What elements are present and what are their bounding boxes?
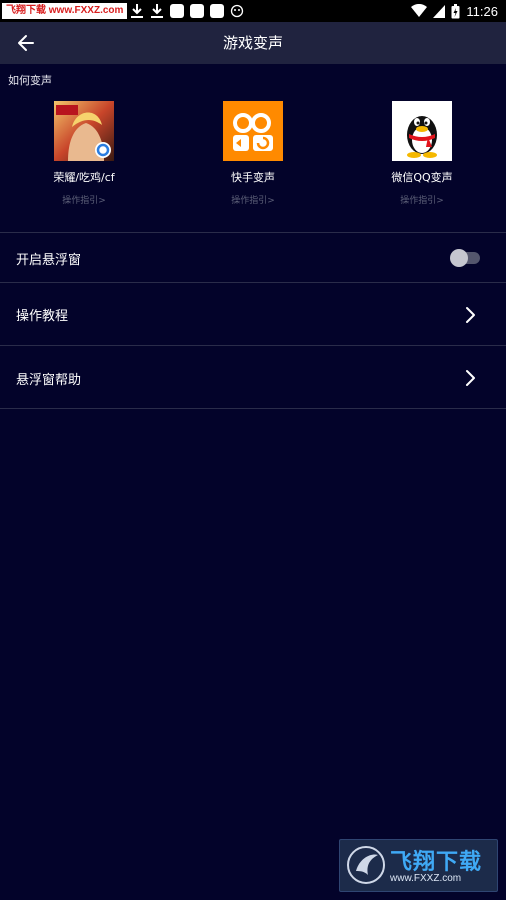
wifi-icon (411, 4, 428, 17)
kuaishou-icon[interactable] (223, 101, 283, 161)
app-card-game[interactable]: 荣耀/吃鸡/cf 操作指引> (19, 101, 149, 207)
floating-window-toggle-row[interactable]: 开启悬浮窗 (0, 233, 506, 282)
toggle-knob (450, 249, 468, 267)
game-hero-icon[interactable] (54, 101, 114, 161)
watermark-emblem-icon (347, 846, 385, 884)
app-bar: 游戏变声 (0, 22, 506, 64)
app-icon (190, 4, 204, 18)
watermark-logo: 飞翔下载 www.FXXZ.com (339, 839, 498, 892)
status-right: 11:26 (411, 2, 498, 20)
app-icon (170, 4, 184, 18)
battery-icon (451, 3, 460, 18)
guide-link-kuaishou[interactable]: 操作指引> (188, 195, 318, 207)
floating-window-help-row[interactable]: 悬浮窗帮助 (0, 346, 506, 408)
chevron-right-icon (466, 307, 475, 323)
watermark-text: 飞翔下载 www.FXXZ.com (2, 3, 128, 19)
app-icon (210, 4, 224, 18)
floating-window-toggle[interactable] (450, 249, 480, 267)
page-title: 游戏变声 (222, 34, 283, 52)
download-icon (131, 4, 143, 18)
divider (0, 408, 506, 409)
download-icon (151, 4, 163, 18)
watermark-title: 飞翔下载 (390, 850, 483, 875)
app-card-qq[interactable]: 微信QQ变声 操作指引> (357, 101, 487, 207)
tutorial-row[interactable]: 操作教程 (0, 283, 506, 345)
signal-icon (433, 5, 446, 18)
watermark-url: www.FXXZ.com (390, 873, 462, 884)
qq-penguin-icon[interactable] (392, 101, 452, 161)
section-label: 如何变声 (8, 74, 52, 87)
status-bar: 飞翔下载 www.FXXZ.com 11:26 (0, 0, 506, 22)
app-name-qq: 微信QQ变声 (391, 171, 453, 184)
setting-label: 操作教程 (16, 309, 69, 324)
notification-icons (130, 3, 244, 19)
clock: 11:26 (466, 3, 498, 19)
guide-link-game[interactable]: 操作指引> (19, 195, 149, 207)
setting-label: 开启悬浮窗 (16, 253, 82, 268)
setting-label: 悬浮窗帮助 (16, 373, 82, 388)
app-name-game: 荣耀/吃鸡/cf (53, 171, 115, 184)
app-card-kuaishou[interactable]: 快手变声 操作指引> (188, 101, 318, 207)
chevron-right-icon (466, 370, 475, 386)
cat-icon (230, 4, 244, 18)
guide-link-qq[interactable]: 操作指引> (357, 195, 487, 207)
app-name-kuaishou: 快手变声 (231, 171, 275, 184)
